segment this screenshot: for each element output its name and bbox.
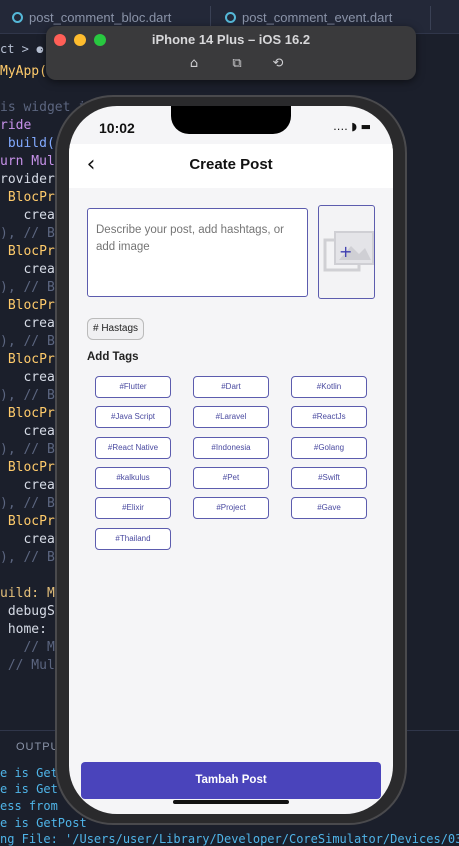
simulator-toolbar: iPhone 14 Plus – iOS 16.2 ⌂ ⧉ ⟲ xyxy=(46,26,416,80)
home-icon[interactable]: ⌂ xyxy=(186,56,202,72)
tag-button[interactable]: #Pet xyxy=(193,466,269,489)
code-line: debugSh xyxy=(0,604,63,619)
tag-button[interactable]: #Gave xyxy=(291,497,367,520)
code-line: ), // B xyxy=(0,226,55,241)
phone-screen: 10:02 ․․․․ ◗ ▬ ‹ Create Post + # Hastags… xyxy=(69,106,393,814)
screenshot-icon[interactable]: ⧉ xyxy=(229,56,245,72)
code-line: roviders xyxy=(0,172,63,187)
code-line: build( xyxy=(0,136,55,151)
tag-button[interactable]: #Indonesia xyxy=(193,436,269,459)
terminal-line: e is Get xyxy=(0,782,58,796)
code-line: BlocPro xyxy=(0,406,63,421)
tag-button[interactable]: #React Native xyxy=(95,436,171,459)
tag-button[interactable]: #Thailand xyxy=(95,527,171,550)
tag-button[interactable]: #Java Script xyxy=(95,406,171,429)
hashtag-chip[interactable]: # Hastags xyxy=(87,318,145,340)
tab-label: post_comment_event.dart xyxy=(242,10,393,25)
plus-icon: + xyxy=(339,242,353,261)
code-line: ), // B xyxy=(0,550,55,565)
add-tags-label: Add Tags xyxy=(87,351,139,363)
tag-button[interactable]: #kalkulus xyxy=(95,466,171,489)
code-line: creat xyxy=(0,424,63,439)
dart-file-icon xyxy=(225,12,236,23)
terminal-line: ng File: '/Users/user/Library/Developer/… xyxy=(0,832,459,846)
dart-file-icon xyxy=(12,12,23,23)
tag-button[interactable]: #Golang xyxy=(291,436,367,459)
tag-button[interactable]: #Elixir xyxy=(95,497,171,520)
tag-button[interactable]: #ReactJs xyxy=(291,406,367,429)
code-line: BlocPro xyxy=(0,298,63,313)
tab-label: post_comment_bloc.dart xyxy=(29,10,172,25)
code-line: creat xyxy=(0,532,63,547)
submit-post-button[interactable]: Tambah Post xyxy=(81,762,381,799)
app-bar: ‹ Create Post xyxy=(69,144,393,188)
code-line: MyApp( xyxy=(0,64,47,79)
code-line: ), // B xyxy=(0,442,55,457)
tag-button[interactable]: #Kotlin xyxy=(291,376,367,398)
code-line: creat xyxy=(0,262,63,277)
terminal-line: e is Get xyxy=(0,766,58,780)
code-line: creat xyxy=(0,370,63,385)
tag-button[interactable]: #Flutter xyxy=(95,376,171,398)
code-line: creat xyxy=(0,316,63,331)
code-line: ), // B xyxy=(0,280,55,295)
code-line: BlocPro xyxy=(0,460,63,475)
tag-button[interactable]: #Project xyxy=(193,497,269,520)
code-line: urn Mult xyxy=(0,154,63,169)
status-icons: ․․․․ ◗ ▬ xyxy=(333,120,371,133)
code-line: BlocPro xyxy=(0,244,63,259)
home-indicator xyxy=(173,800,289,804)
tag-button[interactable]: #Laravel xyxy=(193,406,269,429)
simulator-title: iPhone 14 Plus – iOS 16.2 xyxy=(151,32,311,47)
code-line: ), // B xyxy=(0,334,55,349)
code-line: home: B xyxy=(0,622,63,637)
code-line: ride xyxy=(0,118,32,133)
code-line: BlocPro xyxy=(0,514,63,529)
terminal-line: ess from xyxy=(0,799,58,813)
post-description-input[interactable] xyxy=(87,208,308,297)
tab-separator xyxy=(430,6,431,30)
code-line: creat xyxy=(0,478,63,493)
page-title: Create Post xyxy=(189,156,273,173)
rotate-icon[interactable]: ⟲ xyxy=(270,56,286,72)
code-line: creat xyxy=(0,208,63,223)
dynamic-island xyxy=(171,106,291,134)
terminal-line: e is GetPost xyxy=(0,816,87,830)
code-line: ), // B xyxy=(0,496,55,511)
tag-button[interactable]: #Dart xyxy=(193,376,269,398)
tab-post-comment-bloc[interactable]: post_comment_bloc.dart xyxy=(12,10,171,25)
code-line: BlocPro xyxy=(0,190,63,205)
code-line: BlocPro xyxy=(0,352,63,367)
code-line: ), // B xyxy=(0,388,55,403)
add-image-button[interactable]: + xyxy=(318,205,375,299)
tag-button[interactable]: #Swift xyxy=(291,466,367,489)
code-line: uild: Ma xyxy=(0,586,63,601)
status-time: 10:02 xyxy=(99,120,135,136)
tab-post-comment-event[interactable]: post_comment_event.dart xyxy=(225,10,392,25)
